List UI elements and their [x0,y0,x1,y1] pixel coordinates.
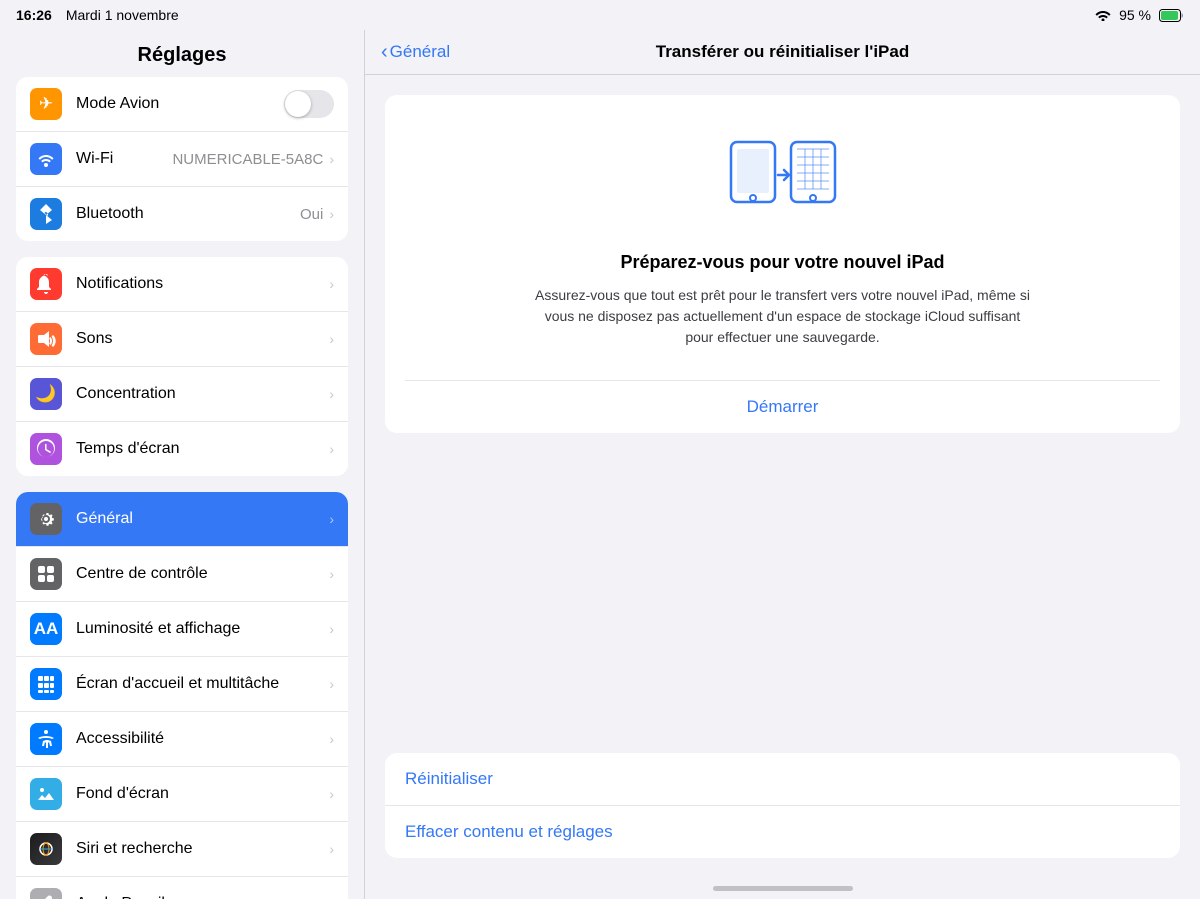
back-chevron-icon: ‹ [381,41,388,64]
main-layout: Réglages ✈ Mode Avion [0,30,1200,899]
wifi-chevron: › [329,151,334,167]
demarrer-action[interactable]: Démarrer [385,381,1180,433]
sidebar-section-connectivity: ✈ Mode Avion Wi-Fi NUMERICABLE-5A8C [16,77,348,241]
luminosite-label: Luminosité et affichage [76,620,329,638]
sidebar-item-centre-controle[interactable]: Centre de contrôle › [16,547,348,602]
apple-pencil-label: Apple Pencil [76,895,329,899]
sidebar: Réglages ✈ Mode Avion [0,30,365,899]
sidebar-item-sons[interactable]: Sons › [16,312,348,367]
sidebar-item-general[interactable]: Général › [16,492,348,547]
sidebar-item-temps-ecran[interactable]: Temps d'écran › [16,422,348,476]
reset-item-reinitialiser[interactable]: Réinitialiser [385,753,1180,806]
reinitialiser-label: Réinitialiser [405,769,493,788]
sidebar-item-apple-pencil[interactable]: Apple Pencil › [16,877,348,899]
mode-avion-icon: ✈ [30,88,62,120]
sidebar-item-fond-ecran[interactable]: Fond d'écran › [16,767,348,822]
wifi-icon [30,143,62,175]
home-bar [713,886,853,891]
sidebar-section-system1: Notifications › Sons › 🌙 Concentration [16,257,348,476]
concentration-icon: 🌙 [30,378,62,410]
luminosite-chevron: › [329,621,334,637]
ecran-accueil-icon [30,668,62,700]
sidebar-item-notifications[interactable]: Notifications › [16,257,348,312]
page-title: Transférer ou réinitialiser l'iPad [656,42,909,62]
sons-label: Sons [76,330,329,348]
centre-controle-chevron: › [329,566,334,582]
battery-icon [1159,9,1184,22]
luminosite-icon: AA [30,613,62,645]
content-body: Préparez-vous pour votre nouvel iPad Ass… [365,75,1200,878]
sidebar-section-system2: Général › Centre de contrôle › [16,492,348,899]
sidebar-item-mode-avion[interactable]: ✈ Mode Avion [16,77,348,132]
sidebar-item-luminosite[interactable]: AA Luminosité et affichage › [16,602,348,657]
concentration-label: Concentration [76,385,329,403]
back-button[interactable]: ‹ Général [381,41,450,64]
sons-icon [30,323,62,355]
ecran-accueil-label: Écran d'accueil et multitâche [76,675,329,693]
wifi-value: NUMERICABLE-5A8C [172,151,323,168]
bluetooth-label: Bluetooth [76,205,300,223]
apple-pencil-icon [30,888,62,899]
ecran-accueil-chevron: › [329,676,334,692]
transfer-illustration [723,127,843,232]
effacer-label: Effacer contenu et réglages [405,822,613,841]
fond-ecran-label: Fond d'écran [76,785,329,803]
sidebar-item-siri[interactable]: Siri et recherche › [16,822,348,877]
bluetooth-chevron: › [329,206,334,222]
status-bar: 16:26 Mardi 1 novembre 95 % [0,0,1200,30]
prepare-title: Préparez-vous pour votre nouvel iPad [620,252,944,273]
accessibilite-icon [30,723,62,755]
concentration-chevron: › [329,386,334,402]
home-indicator [365,878,1200,899]
sidebar-item-accessibilite[interactable]: Accessibilité › [16,712,348,767]
mode-avion-label: Mode Avion [76,95,284,113]
prepare-card-body: Préparez-vous pour votre nouvel iPad Ass… [385,95,1180,380]
mode-avion-toggle[interactable] [284,90,334,118]
wifi-status-icon [1095,9,1111,21]
reset-card: Réinitialiser Effacer contenu et réglage… [385,753,1180,858]
sidebar-item-bluetooth[interactable]: Bluetooth Oui › [16,187,348,241]
accessibilite-chevron: › [329,731,334,747]
notifications-label: Notifications [76,275,329,293]
notifications-chevron: › [329,276,334,292]
sidebar-item-concentration[interactable]: 🌙 Concentration › [16,367,348,422]
temps-ecran-chevron: › [329,441,334,457]
general-icon [30,503,62,535]
sons-chevron: › [329,331,334,347]
status-right: 95 % [1095,7,1184,23]
prepare-card: Préparez-vous pour votre nouvel iPad Ass… [385,95,1180,433]
centre-controle-label: Centre de contrôle [76,565,329,583]
status-date: Mardi 1 novembre [66,7,179,23]
status-time: 16:26 [16,7,52,23]
sidebar-item-wifi[interactable]: Wi-Fi NUMERICABLE-5A8C › [16,132,348,187]
toggle-knob [285,91,311,117]
fond-ecran-chevron: › [329,786,334,802]
temps-ecran-label: Temps d'écran [76,440,329,458]
temps-ecran-icon [30,433,62,465]
siri-chevron: › [329,841,334,857]
siri-label: Siri et recherche [76,840,329,858]
sidebar-title: Réglages [0,30,364,77]
general-chevron: › [329,511,334,527]
accessibilite-label: Accessibilité [76,730,329,748]
wifi-label: Wi-Fi [76,150,172,168]
bluetooth-value: Oui [300,206,323,223]
nav-bar: ‹ Général Transférer ou réinitialiser l'… [365,30,1200,75]
reset-item-effacer[interactable]: Effacer contenu et réglages [385,806,1180,858]
fond-ecran-icon [30,778,62,810]
bluetooth-icon [30,198,62,230]
battery-percentage: 95 % [1119,7,1151,23]
demarrer-label: Démarrer [747,397,819,416]
general-label: Général [76,510,329,528]
sidebar-item-ecran-accueil[interactable]: Écran d'accueil et multitâche › [16,657,348,712]
centre-controle-icon [30,558,62,590]
content-area: ‹ Général Transférer ou réinitialiser l'… [365,30,1200,899]
back-label: Général [390,42,450,62]
siri-icon [30,833,62,865]
prepare-description: Assurez-vous que tout est prêt pour le t… [533,285,1033,348]
content-spacer [385,449,1180,737]
notifications-icon [30,268,62,300]
